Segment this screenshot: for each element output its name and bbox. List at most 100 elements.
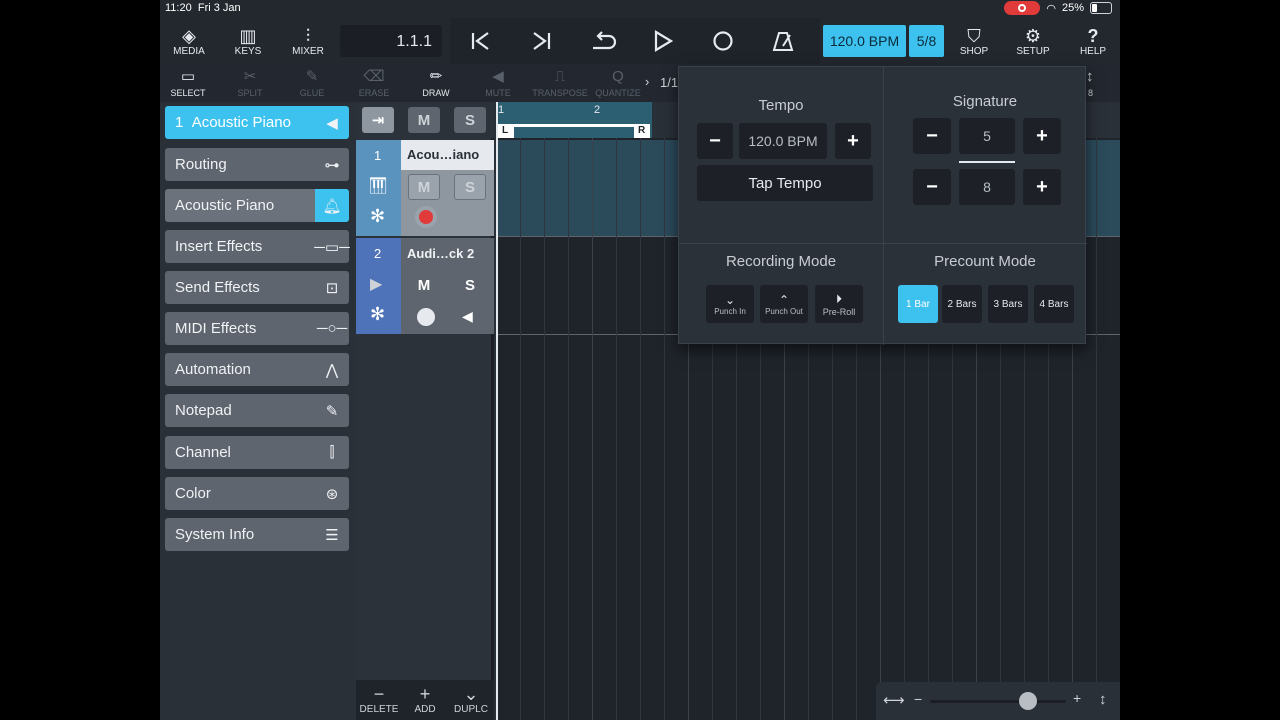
loop-button[interactable]	[588, 28, 618, 54]
track-1-mute-button[interactable]: M	[408, 174, 440, 200]
zoom-slider-track[interactable]	[930, 700, 1066, 703]
duplicate-track-button[interactable]: ⌄ DUPLC	[448, 684, 494, 720]
collapse-left-icon[interactable]: ◀	[315, 106, 349, 139]
zoom-vertical-handle-icon[interactable]: ↕	[1099, 691, 1107, 708]
track-1-name-field[interactable]: Acou…iano	[401, 140, 494, 170]
play-button[interactable]	[648, 28, 678, 54]
track-2-mute-button[interactable]: M	[408, 272, 440, 298]
right-locator[interactable]: R	[634, 124, 650, 138]
help-button[interactable]: ? HELP	[1065, 18, 1120, 64]
signature-den-decrease-button[interactable]: −	[913, 169, 951, 205]
battery-percent: 25%	[1061, 2, 1084, 14]
quantize-tool[interactable]: Q QUANTIZE	[588, 68, 648, 100]
precount-2-bars-button[interactable]: 2 Bars	[942, 285, 982, 323]
inspector-track-header[interactable]: 1 Acoustic Piano ◀	[165, 106, 349, 139]
freeze-icon[interactable]: ✻	[370, 304, 385, 325]
precount-3-bars-button[interactable]: 3 Bars	[988, 285, 1028, 323]
track-1-solo-button[interactable]: S	[454, 174, 486, 200]
track-1-record-arm-button[interactable]	[415, 206, 437, 228]
precount-4-bars-button[interactable]: 4 Bars	[1034, 285, 1074, 323]
mixer-button[interactable]: ⫶ MIXER	[280, 18, 336, 64]
zoom-slider-thumb[interactable]	[1019, 692, 1037, 710]
left-locator[interactable]: L	[498, 124, 514, 138]
inspector-item-system-info[interactable]: System Info ☰	[165, 518, 349, 551]
global-mute-button[interactable]: M	[408, 107, 440, 133]
loop-range[interactable]	[496, 102, 652, 138]
add-track-button[interactable]: + ADD	[402, 684, 448, 720]
inspector-item-midi-effects[interactable]: MIDI Effects ─○─	[165, 312, 349, 345]
tempo-button[interactable]: 120.0 BPM	[823, 25, 906, 57]
global-solo-button[interactable]: S	[454, 107, 486, 133]
delete-track-button[interactable]: − DELETE	[356, 684, 402, 720]
signature-denominator-field[interactable]: 8	[959, 169, 1015, 205]
zoom-in-button[interactable]: +	[1073, 690, 1081, 706]
battery-icon	[1090, 2, 1112, 14]
punch-out-button[interactable]: ⌃ Punch Out	[760, 285, 808, 323]
go-to-end-button[interactable]	[526, 28, 556, 54]
position-display[interactable]: 1.1.1	[340, 25, 442, 57]
quantize-value[interactable]: 1/1	[660, 75, 678, 90]
precount-1-bar-button[interactable]: 1 Bar	[898, 285, 938, 323]
eraser-icon: ⌫	[363, 68, 385, 85]
signature-num-increase-button[interactable]: +	[1023, 118, 1061, 154]
glue-icon: ✎	[305, 68, 319, 85]
punch-in-button[interactable]: ⌄ Punch In	[706, 285, 754, 323]
signature-num-decrease-button[interactable]: −	[913, 118, 951, 154]
track-row-1[interactable]: 1 🎹︎ ✻ Acou…iano M S	[356, 140, 494, 236]
inspector-item-routing[interactable]: Routing ⊶	[165, 148, 349, 181]
shop-button[interactable]: ⛉ SHOP	[946, 18, 1002, 64]
inspector-item-insert-effects[interactable]: Insert Effects ─▭─	[165, 230, 350, 263]
go-to-start-button[interactable]	[466, 28, 496, 54]
track-options-button[interactable]: ⇥	[362, 107, 394, 133]
zoom-out-button[interactable]: −	[914, 691, 922, 707]
shop-bag-icon: ⛉	[967, 25, 981, 46]
screen-record-indicator	[1004, 1, 1041, 15]
routing-icon: ⊶	[324, 156, 340, 174]
media-button[interactable]: ◈ MEDIA	[161, 18, 217, 64]
setup-button[interactable]: ⚙ SETUP	[1005, 18, 1061, 64]
erase-tool[interactable]: ⌫ ERASE	[344, 68, 404, 100]
tempo-value-field[interactable]: 120.0 BPM	[739, 123, 827, 159]
inspector-item-automation[interactable]: Automation ⋀	[165, 353, 349, 386]
track-2-monitor-speaker-icon[interactable]: ◀	[462, 308, 473, 325]
select-tool[interactable]: ▭ SELECT	[160, 68, 218, 100]
gear-icon: ⚙	[1024, 25, 1042, 46]
tempo-increase-button[interactable]: +	[835, 123, 871, 159]
color-circles-icon: ⊛	[325, 485, 339, 503]
signature-numerator-field[interactable]: 5	[959, 118, 1015, 154]
glue-tool[interactable]: ✎ GLUE	[282, 68, 342, 100]
track-2-solo-button[interactable]: S	[454, 272, 486, 298]
signature-button[interactable]: 5/8	[909, 25, 944, 57]
split-tool[interactable]: ✂ SPLIT	[220, 68, 280, 100]
inspector-item-notepad[interactable]: Notepad ✎	[165, 394, 349, 427]
draw-tool[interactable]: ✏ DRAW	[406, 68, 466, 100]
grid-line	[664, 138, 665, 720]
track-row-2[interactable]: 2 ▶ ✻ Audi…ck 2 M S ◀	[356, 238, 494, 334]
grid-line	[520, 138, 521, 720]
tempo-decrease-button[interactable]: −	[697, 123, 733, 159]
inspector-item-instrument[interactable]: Acoustic Piano 🔔︎	[165, 189, 349, 222]
metronome-button[interactable]	[768, 28, 798, 54]
freeze-icon[interactable]: ✻	[370, 206, 385, 227]
signature-den-increase-button[interactable]: +	[1023, 169, 1061, 205]
keys-button[interactable]: ▥ KEYS	[220, 18, 276, 64]
mixer-label: MIXER	[292, 45, 324, 57]
record-button[interactable]	[708, 28, 738, 54]
grid-line	[640, 138, 641, 720]
transpose-tool[interactable]: ⎍ TRANSPOSE	[530, 68, 590, 100]
inspector-item-label: Notepad	[175, 402, 232, 419]
tap-tempo-button[interactable]: Tap Tempo	[697, 165, 873, 201]
playhead[interactable]	[496, 102, 498, 720]
track-2-record-arm-button[interactable]	[417, 308, 435, 326]
mute-tool[interactable]: ◀ MUTE	[468, 68, 528, 100]
transport-bar	[450, 18, 820, 64]
inspector-item-send-effects[interactable]: Send Effects ⊡	[165, 271, 349, 304]
pre-roll-button[interactable]: ⏵ Pre-Roll	[815, 285, 863, 323]
inspector-item-channel[interactable]: Channel ⫿	[165, 436, 349, 469]
zoom-vertical-icon[interactable]: ↕	[1086, 68, 1094, 85]
send-icon: ⊡	[325, 279, 339, 297]
punch-in-icon: ⌄	[724, 292, 736, 307]
inspector-item-color[interactable]: Color ⊛	[165, 477, 349, 510]
draw-label: DRAW	[422, 88, 450, 98]
track-2-name[interactable]: Audi…ck 2	[407, 246, 474, 261]
